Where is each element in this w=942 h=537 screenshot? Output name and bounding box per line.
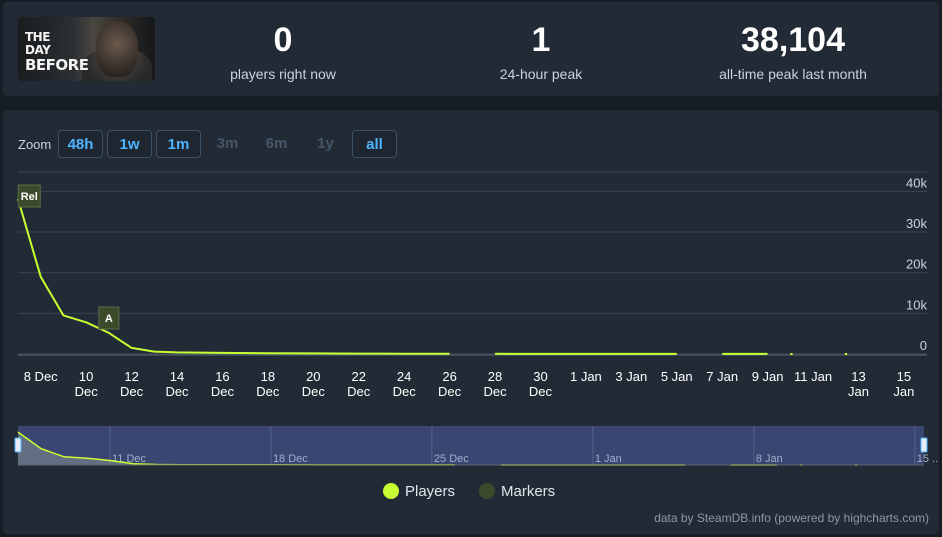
x-tick-label-line2: Dec <box>302 384 326 399</box>
marker-flag[interactable]: A <box>98 306 120 330</box>
stat-value: 38,104 <box>741 21 845 59</box>
marker-flags[interactable]: Rel A <box>17 184 120 330</box>
marker-flag[interactable]: Rel <box>17 184 41 208</box>
x-tick-label: 30 <box>533 369 547 384</box>
legend-players-label: Players <box>405 483 456 500</box>
stat-value: 1 <box>531 21 551 59</box>
x-tick-label-line2: Jan <box>848 384 869 399</box>
y-tick-label: 30k <box>906 216 927 231</box>
y-tick-label: 10k <box>906 297 927 312</box>
navigator-label: 1 Jan <box>595 453 622 465</box>
game-thumbnail[interactable]: THE DAY BEFORE <box>18 17 155 81</box>
thumbnail-face <box>96 21 138 77</box>
x-tick-label-line2: Dec <box>438 384 462 399</box>
navigator-label: 15 ... <box>917 453 939 465</box>
stat-alltime-peak: 38,104 all-time peak last month <box>693 20 893 82</box>
marker-flag-label: Rel <box>21 191 38 203</box>
y-tick-label: 40k <box>906 175 927 190</box>
x-tick-label: 7 Jan <box>706 369 738 384</box>
chart-card: Zoom 48h 1w 1m 3m 6m 1y all 0 10k 20k 30k 40… <box>3 110 939 534</box>
player-chart[interactable]: 010k20k30k40k RelA 8 Dec 10Dec12Dec14Dec1… <box>3 110 939 534</box>
players-series[interactable] <box>17 198 848 355</box>
navigator[interactable]: 11 Dec 18 Dec 25 Dec 1 Jan 8 Jan 15 ... <box>14 426 939 466</box>
y-tick-label: 20k <box>906 257 927 272</box>
x-tick-label-line2: Dec <box>347 384 371 399</box>
x-tick-label: 18 <box>261 369 275 384</box>
x-tick-label: 3 Jan <box>615 369 647 384</box>
legend-markers-dot <box>479 483 495 499</box>
stat-value: 0 <box>273 21 293 59</box>
y-tick-label: 0 <box>920 338 927 353</box>
stat-24h-peak: 1 24-hour peak <box>461 20 621 82</box>
x-tick-label: 24 <box>397 369 411 384</box>
x-tick-label-line2: Dec <box>211 384 235 399</box>
navigator-selection <box>18 426 924 465</box>
navigator-right-handle[interactable] <box>920 437 928 453</box>
x-tick-label: 8 Dec <box>24 369 58 384</box>
x-tick-label: 10 <box>79 369 93 384</box>
game-logo-line2: BEFORE <box>25 56 89 74</box>
navigator-label: 8 Jan <box>756 453 783 465</box>
x-axis-labels: 8 Dec 10Dec12Dec14Dec16Dec18Dec20Dec22Dec… <box>24 369 915 399</box>
chart-credit[interactable]: data by SteamDB.info (powered by highcha… <box>654 511 929 525</box>
stat-label: all-time peak last month <box>719 66 867 82</box>
x-tick-label: 12 <box>124 369 138 384</box>
x-tick-label-line2: Dec <box>165 384 189 399</box>
x-tick-label: 11 Jan <box>794 369 832 384</box>
x-tick-label: 1 Jan <box>570 369 602 384</box>
x-tick-label-line2: Dec <box>483 384 507 399</box>
legend-players-dot <box>383 483 399 499</box>
x-tick-label-line2: Dec <box>75 384 99 399</box>
navigator-left-handle[interactable] <box>14 437 22 453</box>
stat-label: players right now <box>230 66 336 82</box>
x-tick-label: 28 <box>488 369 502 384</box>
x-tick-label-line2: Jan <box>893 384 914 399</box>
x-tick-label-line2: Dec <box>529 384 553 399</box>
x-tick-label: 5 Jan <box>661 369 693 384</box>
x-tick-label: 26 <box>442 369 456 384</box>
legend-markers[interactable]: Markers <box>479 483 555 500</box>
x-tick-label: 14 <box>170 369 184 384</box>
x-tick-label-line2: Dec <box>120 384 144 399</box>
x-tick-label: 13 <box>851 369 865 384</box>
game-logo: THE DAY BEFORE <box>25 30 89 74</box>
legend-markers-label: Markers <box>501 483 556 500</box>
navigator-label: 25 Dec <box>434 453 469 465</box>
x-tick-label: 20 <box>306 369 320 384</box>
x-tick-label: 15 <box>897 369 911 384</box>
stats-bar: THE DAY BEFORE 0 players right now 1 24-… <box>3 2 939 96</box>
legend-players[interactable]: Players <box>383 483 455 500</box>
x-tick-label: 16 <box>215 369 229 384</box>
y-axis-labels: 0 10k 20k 30k 40k <box>906 175 927 353</box>
x-tick-label-line2: Dec <box>256 384 280 399</box>
x-tick-label-line2: Dec <box>393 384 417 399</box>
x-tick-label: 22 <box>352 369 366 384</box>
players-line-segment[interactable] <box>17 198 450 355</box>
marker-flag-label: A <box>105 313 113 325</box>
stat-label: 24-hour peak <box>499 66 583 82</box>
game-logo-line1: THE DAY <box>25 30 51 57</box>
stat-players-now: 0 players right now <box>203 20 363 82</box>
x-tick-label: 9 Jan <box>752 369 784 384</box>
chart-grid <box>18 171 927 356</box>
navigator-label: 18 Dec <box>273 453 308 465</box>
